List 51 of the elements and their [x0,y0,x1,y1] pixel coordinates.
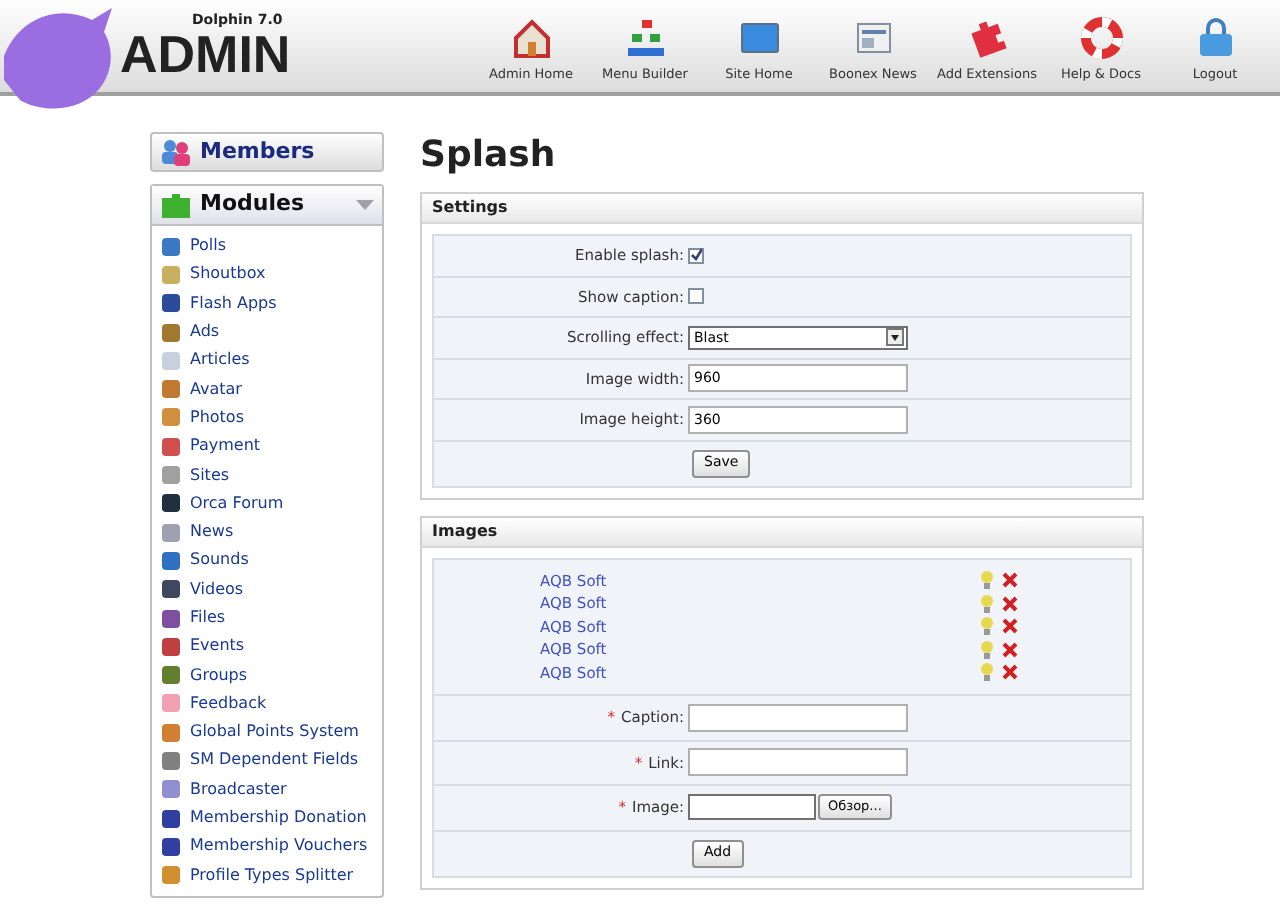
input-field[interactable] [688,794,816,821]
module-link[interactable]: Avatar [152,374,382,404]
panel-title: Settings [432,196,508,220]
people-icon [160,138,192,166]
delete-icon[interactable] [1002,664,1018,681]
lightbulb-icon[interactable] [980,593,994,614]
lightbulb-icon[interactable] [980,570,994,591]
delete-icon[interactable] [1002,572,1018,589]
delete-icon[interactable] [1002,641,1018,658]
module-link[interactable]: Videos [152,575,382,604]
module-link[interactable]: Broadcaster [152,775,382,804]
input-field[interactable] [688,748,908,777]
input-field[interactable] [688,703,908,732]
module-link[interactable]: SM Dependent Fields [152,746,382,776]
module-link[interactable]: Payment [152,432,382,461]
admin-logo-text: ADMIN [120,27,291,79]
module-link[interactable]: News [152,517,382,547]
module-link[interactable]: Orca Forum [152,489,382,518]
lifebuoy-icon [1079,16,1123,61]
modules-panel-header[interactable]: Modules [152,186,382,226]
house-icon [509,16,553,61]
module-link[interactable]: Feedback [152,689,382,719]
checkbox[interactable] [688,288,704,305]
lightbulb-icon[interactable] [980,639,994,660]
module-link[interactable]: Groups [152,660,382,690]
members-label: Members [200,135,315,168]
module-link[interactable]: Polls [152,232,382,261]
module-link[interactable]: Flash Apps [152,289,382,318]
module-link[interactable]: Shoutbox [152,260,382,290]
module-link[interactable]: Sites [152,460,382,490]
module-link[interactable]: Profile Types Splitter [152,861,382,890]
module-link[interactable]: Sounds [152,546,382,576]
module-link[interactable]: Membership Donation [152,803,382,833]
tree-icon [623,16,667,61]
panel-title: Images [432,519,498,543]
module-link[interactable]: Photos [152,403,382,433]
module-link[interactable]: Articles [152,346,382,375]
module-link[interactable]: Global Points System [152,718,382,747]
members-panel-header[interactable]: Members [150,132,384,172]
module-link[interactable]: Events [152,632,382,661]
delete-icon[interactable] [1002,618,1018,635]
page-title: Splash [420,132,558,180]
module-link[interactable]: Ads [152,317,382,347]
checkbox[interactable] [688,247,704,264]
lightbulb-icon[interactable] [980,616,994,637]
module-link[interactable]: Membership Vouchers [152,832,382,862]
delete-icon[interactable] [1002,595,1018,612]
caret-icon [356,200,374,210]
module-link[interactable]: Files [152,603,382,633]
lightbulb-icon[interactable] [980,662,994,683]
modules-label: Modules [200,188,304,221]
